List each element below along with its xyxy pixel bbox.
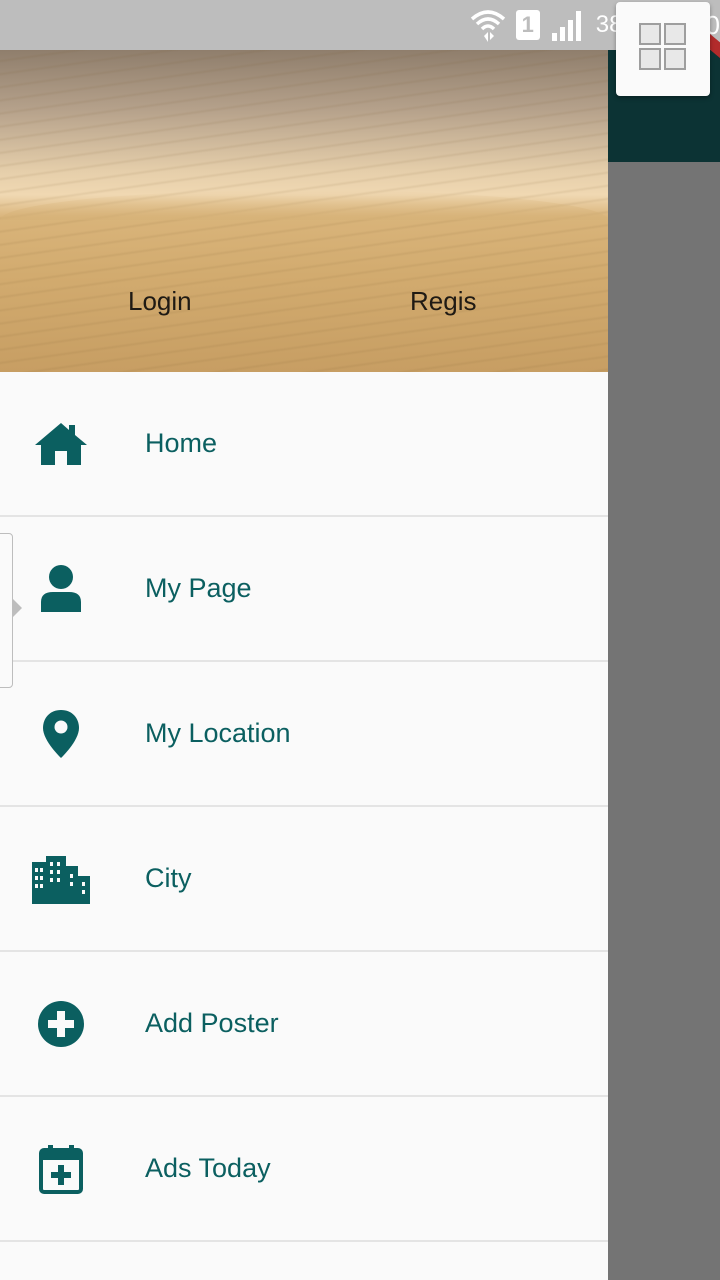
status-bar: 1 38% 4:0 xyxy=(0,0,720,50)
menu-item-label: Add Poster xyxy=(145,1008,279,1038)
menu-item-add-poster[interactable]: Add Poster xyxy=(0,952,608,1097)
sim-slot-label: 1 xyxy=(515,10,540,40)
drawer-edge-handle[interactable] xyxy=(0,533,22,688)
register-link[interactable]: Regis xyxy=(410,286,476,317)
menu-item-ads-today[interactable]: Ads Today xyxy=(0,1097,608,1242)
location-pin-icon xyxy=(30,703,92,765)
person-icon xyxy=(30,558,92,620)
drawer-header: Login Regis xyxy=(0,50,608,372)
grid-view-button[interactable] xyxy=(616,2,710,96)
drawer-menu: Home My Page My Location City Add Poster… xyxy=(0,372,608,1242)
navigation-drawer: Login Regis Home My Page My Location Cit… xyxy=(0,50,608,1280)
menu-item-label: Ads Today xyxy=(145,1153,271,1183)
city-icon xyxy=(30,848,92,910)
menu-item-label: Home xyxy=(145,428,218,458)
menu-item-home[interactable]: Home xyxy=(0,372,608,517)
drawer-scrim[interactable] xyxy=(608,162,720,1280)
add-circle-icon xyxy=(30,993,92,1055)
grid-view-icon xyxy=(638,22,688,77)
sim-icon: 1 xyxy=(515,10,540,40)
menu-item-label: My Page xyxy=(145,573,252,603)
menu-item-my-location[interactable]: My Location xyxy=(0,662,608,807)
menu-item-label: City xyxy=(145,863,192,893)
menu-item-my-page[interactable]: My Page xyxy=(0,517,608,662)
menu-item-label: My Location xyxy=(145,718,291,748)
wifi-icon xyxy=(470,8,506,42)
signal-icon xyxy=(550,9,586,41)
calendar-add-icon xyxy=(30,1138,92,1200)
menu-item-city[interactable]: City xyxy=(0,807,608,952)
login-link[interactable]: Login xyxy=(128,286,192,317)
home-icon xyxy=(30,413,92,475)
